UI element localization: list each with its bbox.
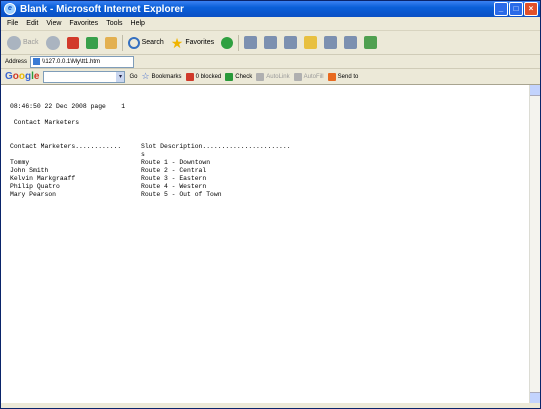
scroll-down-icon[interactable] <box>530 392 540 403</box>
stop-icon <box>66 36 79 49</box>
menu-help[interactable]: Help <box>131 20 145 27</box>
media-icon <box>221 36 234 49</box>
table-row: Philip Quatro Route 4 - Western <box>10 183 207 190</box>
send-to-button[interactable]: Send to <box>327 72 358 81</box>
window-controls: _ □ × <box>494 2 540 16</box>
stop-button[interactable] <box>65 34 81 52</box>
google-search-input[interactable]: ▾ <box>43 70 126 83</box>
slot-column-header-cont: s <box>141 151 145 158</box>
menu-edit[interactable]: Edit <box>26 20 38 27</box>
favorites-button[interactable]: ★ Favorites <box>169 34 216 52</box>
google-toolbar: Google ▾ Go ☆ Bookmarks 0 blocked Check A… <box>1 69 540 85</box>
menu-file[interactable]: File <box>7 20 18 27</box>
window-title: Blank - Microsoft Internet Explorer <box>20 3 184 15</box>
address-bar: Address \\127.0.0.1\My\tt1.htm <box>1 55 540 69</box>
research-icon <box>344 36 358 49</box>
people-icon <box>364 36 378 49</box>
vertical-scrollbar[interactable] <box>529 85 540 403</box>
spell-check-button[interactable]: Check <box>225 72 252 81</box>
print-button[interactable] <box>262 34 279 52</box>
table-row: Mary Pearson Route 5 - Out of Town <box>10 191 222 198</box>
messenger-icon <box>324 36 338 49</box>
toolbar-separator <box>121 34 123 51</box>
folder-icon <box>304 36 318 49</box>
table-row: Kelvin Markgraaff Route 3 - Eastern <box>10 175 207 182</box>
ie-icon: e <box>4 3 16 15</box>
report-header-line: 08:46:50 22 Dec 2008 page 1 <box>10 103 126 110</box>
mail-button[interactable] <box>242 34 259 52</box>
search-icon <box>127 36 140 49</box>
edit-button[interactable] <box>282 34 299 52</box>
minimize-icon[interactable]: _ <box>494 2 508 16</box>
media-button[interactable] <box>219 34 235 52</box>
autolink-icon <box>256 72 265 81</box>
search-button[interactable]: Search <box>126 34 166 52</box>
google-go-button[interactable]: Go <box>129 74 137 80</box>
browser-window: e Blank - Microsoft Internet Explorer _ … <box>0 0 541 409</box>
edit-icon <box>284 36 298 49</box>
home-button[interactable] <box>103 34 119 52</box>
column-headers: Contact Marketers............ Slot Descri… <box>10 143 291 151</box>
menu-favorites[interactable]: Favorites <box>69 20 98 27</box>
title-bar: e Blank - Microsoft Internet Explorer _ … <box>1 1 540 17</box>
folder-button[interactable] <box>302 34 319 52</box>
mail-icon <box>244 36 258 49</box>
bookmarks-button[interactable]: ☆ Bookmarks <box>141 72 181 81</box>
slot-column-header: Slot Description....................... <box>141 143 291 150</box>
autofill-button[interactable]: AutoFill <box>293 72 324 81</box>
blocker-icon <box>185 72 194 81</box>
printer-icon <box>264 36 278 49</box>
menu-tools[interactable]: Tools <box>106 20 122 27</box>
report-title: Contact Marketers <box>13 119 80 126</box>
google-logo[interactable]: Google <box>5 71 39 82</box>
address-field[interactable]: \\127.0.0.1\My\tt1.htm <box>30 55 135 68</box>
forward-arrow-icon <box>45 35 60 50</box>
page-content: 08:46:50 22 Dec 2008 page 1 Contact Mark… <box>1 85 530 403</box>
star-icon: ★ <box>170 34 184 51</box>
scroll-up-icon[interactable] <box>530 85 540 96</box>
table-row: Tommy Route 1 - Downtown <box>10 159 211 166</box>
back-button[interactable]: Back <box>5 34 41 52</box>
refresh-icon <box>85 36 98 49</box>
address-label: Address <box>5 58 28 65</box>
refresh-button[interactable] <box>84 34 100 52</box>
bookmark-star-icon: ☆ <box>141 71 150 81</box>
menu-bar: File Edit View Favorites Tools Help <box>1 17 540 31</box>
popup-blocker-button[interactable]: 0 blocked <box>185 72 221 81</box>
autolink-button[interactable]: AutoLink <box>256 72 290 81</box>
chevron-down-icon[interactable]: ▾ <box>116 71 125 82</box>
check-icon <box>225 72 234 81</box>
address-value: \\127.0.0.1\My\tt1.htm <box>42 58 101 65</box>
people-button[interactable] <box>362 34 379 52</box>
page-icon <box>33 58 41 65</box>
send-icon <box>327 72 336 81</box>
research-button[interactable] <box>342 34 359 52</box>
messenger-button[interactable] <box>322 34 339 52</box>
back-arrow-icon <box>7 35 21 50</box>
menu-view[interactable]: View <box>46 20 61 27</box>
forward-button[interactable] <box>44 34 62 52</box>
maximize-icon[interactable]: □ <box>509 2 523 16</box>
toolbar-separator <box>238 34 240 51</box>
table-row: John Smith Route 2 - Central <box>10 167 207 174</box>
autofill-icon <box>293 72 302 81</box>
report-text: 08:46:50 22 Dec 2008 page 1 Contact Mark… <box>10 103 291 199</box>
contact-column-header: Contact Marketers............ <box>10 143 122 150</box>
home-icon <box>104 36 117 49</box>
standard-toolbar: Back Search ★ Favorites <box>1 31 540 55</box>
close-icon[interactable]: × <box>524 2 538 16</box>
